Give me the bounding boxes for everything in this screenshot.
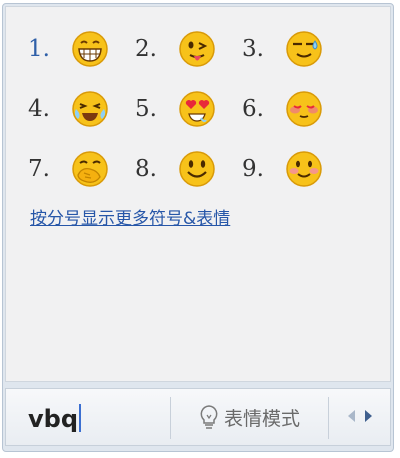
candidate-panel: 1. 2. 3. 4. 5. 6. 7. 8. 9. 按分号显示更多符号&表情 [5, 6, 391, 382]
candidate-row: 1. 2. 3. [28, 19, 368, 79]
candidate-number: 2. [135, 36, 157, 62]
page-next-arrow-icon[interactable] [362, 407, 376, 425]
candidate-number: 8. [135, 156, 157, 182]
composition-text: vbq [28, 405, 79, 433]
candidate-9[interactable]: 9. [242, 149, 349, 189]
lightbulb-icon [200, 405, 218, 429]
emoji-mode-button[interactable]: 表情模式 [176, 396, 322, 438]
candidate-number: 4. [28, 96, 50, 122]
more-symbols-link[interactable]: 按分号显示更多符号&表情 [30, 204, 230, 229]
candidate-number: 3. [242, 36, 264, 62]
candidate-grid: 1. 2. 3. 4. 5. 6. 7. 8. 9. [28, 19, 368, 199]
candidate-2[interactable]: 2. [135, 29, 242, 69]
candidate-number: 5. [135, 96, 157, 122]
candidate-3[interactable]: 3. [242, 29, 349, 69]
ime-candidate-window: 1. 2. 3. 4. 5. 6. 7. 8. 9. 按分号显示更多符号&表情 … [2, 3, 394, 452]
candidate-number: 1. [28, 36, 50, 62]
page-prev-arrow-icon[interactable] [344, 407, 358, 425]
blush-closed-eyes-emoji-icon [286, 91, 322, 127]
divider [170, 397, 171, 439]
candidate-number: 9. [242, 156, 264, 182]
candidate-1[interactable]: 1. [28, 29, 135, 69]
candidate-6[interactable]: 6. [242, 89, 349, 129]
sweat-smirk-emoji-icon [286, 31, 322, 67]
heart-eyes-emoji-icon [179, 91, 215, 127]
wink-tongue-emoji-icon [179, 31, 215, 67]
divider [328, 397, 329, 439]
hand-over-mouth-emoji-icon [72, 151, 108, 187]
emoji-mode-label: 表情模式 [223, 407, 300, 430]
candidate-row: 7. 8. 9. [28, 139, 368, 199]
candidate-row: 4. 5. 6. [28, 79, 368, 139]
blush-smile-emoji-icon [286, 151, 322, 187]
candidate-number: 7. [28, 156, 50, 182]
candidate-5[interactable]: 5. [135, 89, 242, 129]
text-caret [79, 404, 82, 432]
smile-emoji-icon [179, 151, 215, 187]
grin-emoji-icon [72, 31, 108, 67]
candidate-8[interactable]: 8. [135, 149, 242, 189]
candidate-number: 6. [242, 96, 264, 122]
composition-input[interactable]: vbq [28, 404, 82, 433]
candidate-4[interactable]: 4. [28, 89, 135, 129]
candidate-7[interactable]: 7. [28, 149, 135, 189]
crying-laugh-emoji-icon [72, 91, 108, 127]
composition-bar: vbq 表情模式 [5, 388, 391, 446]
